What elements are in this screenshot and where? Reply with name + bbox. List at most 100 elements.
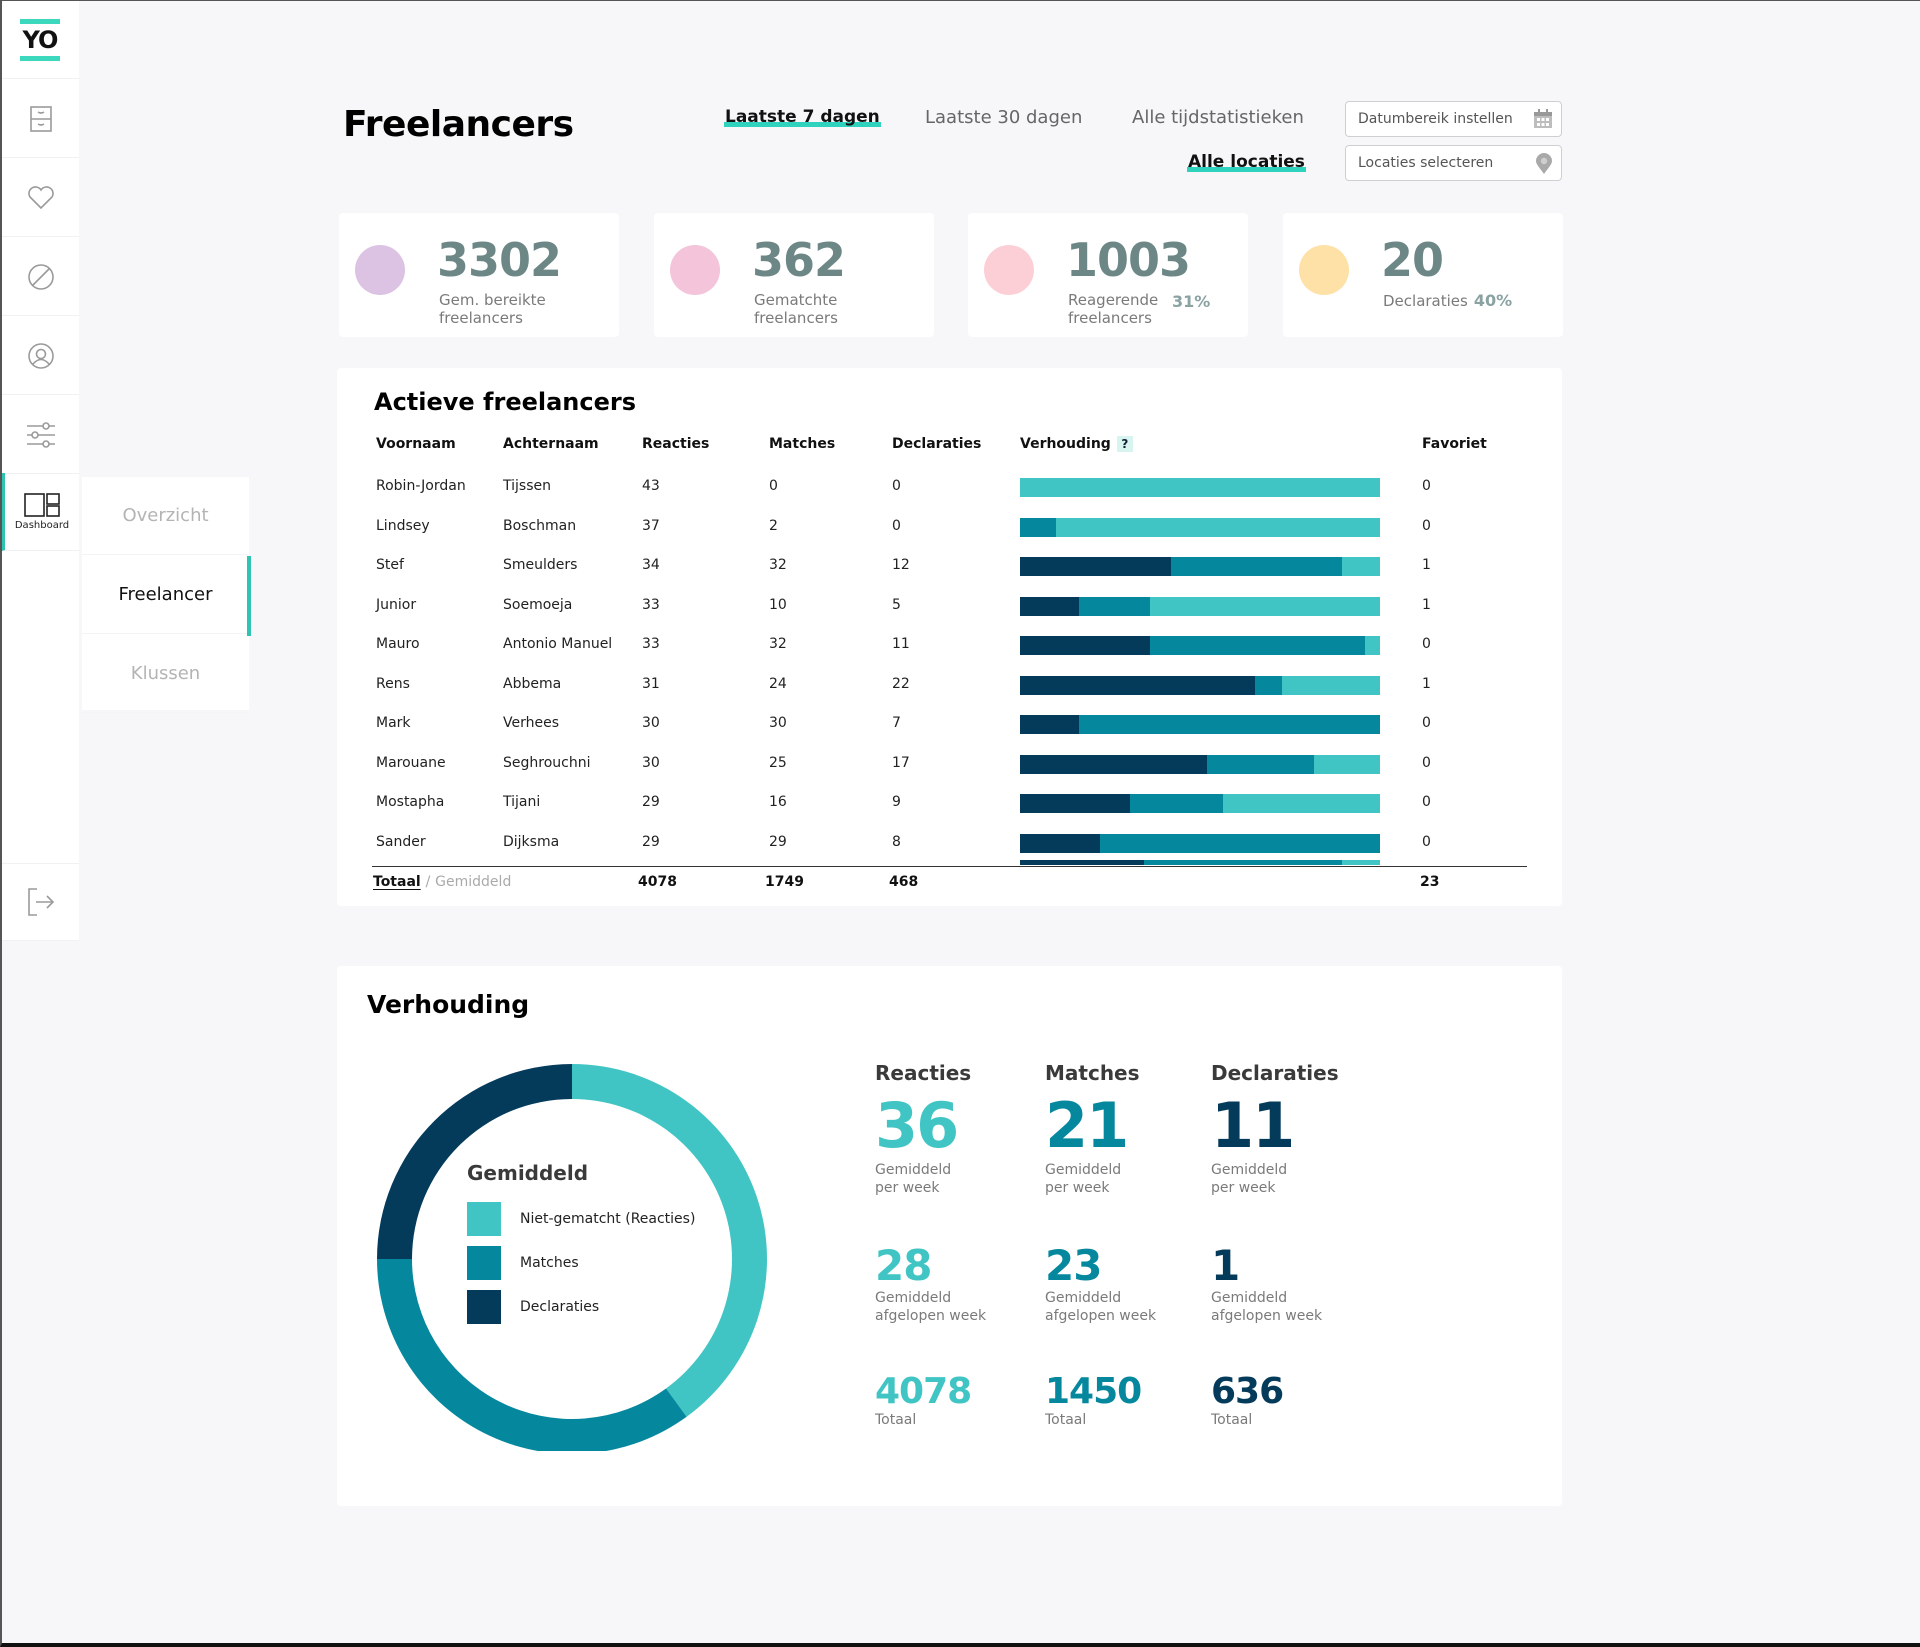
metric-last-week: 23 bbox=[1045, 1241, 1102, 1290]
ratio-segment-declaraties bbox=[1020, 754, 1208, 774]
ratio-segment-matches bbox=[1255, 675, 1283, 695]
cell-reacties: 37 bbox=[642, 517, 660, 534]
donut-chart-area: Gemiddeld Niet-gematcht (Reacties) Match… bbox=[337, 966, 837, 1451]
column-header-voornaam[interactable]: Voornaam bbox=[376, 436, 456, 452]
stat-card-declaraties: 20 Declaraties 40% bbox=[1283, 213, 1563, 337]
ratio-segment-matches bbox=[1144, 860, 1343, 865]
ratio-bar bbox=[1020, 517, 1380, 537]
column-header-declaraties[interactable]: Declaraties bbox=[892, 436, 981, 452]
sidebar-item-dashboard[interactable]: Dashboard bbox=[2, 473, 79, 551]
cabinet-icon bbox=[29, 105, 52, 132]
cell-last: Verhees bbox=[503, 715, 560, 731]
submenu-item-overzicht[interactable]: Overzicht bbox=[82, 477, 249, 555]
column-header-reacties[interactable]: Reacties bbox=[642, 436, 709, 452]
ratio-segment-matches bbox=[1020, 517, 1056, 537]
cell-favoriet: 0 bbox=[1422, 754, 1431, 771]
ratio-bar bbox=[1020, 715, 1380, 734]
cell-last: Seghrouchni bbox=[503, 754, 591, 771]
metric-per-week: 36 bbox=[875, 1089, 959, 1162]
ratio-segment-reacties bbox=[1365, 636, 1380, 655]
location-pin-icon[interactable] bbox=[1535, 153, 1553, 175]
tab-laatste-30-dagen[interactable]: Laatste 30 dagen bbox=[925, 107, 1082, 128]
tab-alle-locaties[interactable]: Alle locaties bbox=[1187, 152, 1306, 172]
ratio-segment-matches bbox=[1130, 794, 1224, 813]
cell-declaraties: 9 bbox=[892, 794, 901, 810]
ratio-segment-reacties bbox=[1056, 517, 1380, 537]
active-freelancers-card: Actieve freelancers Voornaam Achternaam … bbox=[337, 368, 1562, 906]
metric-reacties: Reacties 36 Gemiddeld per week 28 Gemidd… bbox=[875, 1061, 1045, 1429]
dashboard-icon bbox=[24, 492, 60, 517]
metric-last-week-label: Gemiddeld afgelopen week bbox=[875, 1290, 987, 1324]
total-toggle[interactable]: Totaal bbox=[373, 874, 421, 890]
stat-value: 1003 bbox=[1066, 233, 1191, 287]
ratio-segment-declaraties bbox=[1020, 794, 1131, 813]
logo-text: YO bbox=[22, 26, 59, 54]
ratio-segment-matches bbox=[1079, 596, 1151, 616]
metric-per-week-label: Gemiddeld per week bbox=[875, 1162, 952, 1196]
stat-label: Gematchte freelancers bbox=[754, 291, 838, 327]
ratio-bar bbox=[1020, 794, 1380, 813]
location-placeholder: Locaties selecteren bbox=[1358, 155, 1494, 171]
submenu-item-freelancer[interactable]: Freelancer bbox=[82, 556, 251, 636]
cell-declaraties: 11 bbox=[892, 636, 910, 652]
ratio-segment-reacties bbox=[1314, 754, 1380, 774]
metric-heading: Matches bbox=[1045, 1061, 1140, 1085]
logout-button[interactable] bbox=[2, 863, 79, 941]
total-matches: 1749 bbox=[765, 874, 804, 890]
submenu-item-klussen[interactable]: Klussen bbox=[82, 635, 249, 713]
cell-matches: 2 bbox=[769, 517, 778, 534]
metric-last-week: 1 bbox=[1211, 1241, 1240, 1290]
cell-first: Marouane bbox=[376, 754, 446, 771]
cell-first: Junior bbox=[376, 596, 417, 613]
total-favoriet: 23 bbox=[1420, 874, 1440, 890]
sidebar-item-favorites[interactable] bbox=[2, 159, 79, 237]
footer-label: Totaal / Gemiddeld bbox=[373, 874, 512, 890]
tab-alle-tijdstatistieken[interactable]: Alle tijdstatistieken bbox=[1132, 107, 1304, 128]
metric-per-week: 11 bbox=[1211, 1089, 1295, 1162]
metric-total-label: Totaal bbox=[1211, 1412, 1253, 1428]
legend-item-matches: Matches bbox=[467, 1241, 695, 1285]
cell-declaraties: 12 bbox=[892, 557, 910, 573]
stat-card-gematcht: 362 Gematchte freelancers bbox=[654, 213, 934, 337]
metric-matches: Matches 21 Gemiddeld per week 23 Gemidde… bbox=[1045, 1061, 1215, 1429]
calendar-icon[interactable] bbox=[1533, 109, 1553, 129]
stat-value: 3302 bbox=[437, 233, 562, 287]
ratio-segment-reacties bbox=[1223, 794, 1380, 813]
ratio-segment-declaraties bbox=[1020, 833, 1101, 853]
total-divider bbox=[372, 866, 1527, 867]
ratio-bar bbox=[1020, 557, 1380, 576]
cell-last: Antonio Manuel bbox=[503, 636, 613, 652]
sidebar-item-profile[interactable] bbox=[2, 317, 79, 395]
logout-icon bbox=[27, 888, 54, 916]
cell-first: Mauro bbox=[376, 636, 420, 652]
ratio-bar bbox=[1020, 596, 1380, 616]
column-header-verhouding[interactable]: Verhouding? bbox=[1020, 436, 1133, 452]
average-toggle[interactable]: Gemiddeld bbox=[435, 874, 511, 890]
date-range-placeholder: Datumbereik instellen bbox=[1358, 111, 1513, 127]
help-icon[interactable]: ? bbox=[1116, 436, 1133, 452]
cell-first: Sander bbox=[376, 833, 426, 850]
tab-laatste-7-dagen[interactable]: Laatste 7 dagen bbox=[724, 107, 881, 127]
sidebar-item-settings[interactable] bbox=[2, 396, 79, 474]
ratio-bar bbox=[1020, 754, 1380, 774]
stat-value: 20 bbox=[1381, 233, 1444, 287]
location-select-input[interactable]: Locaties selecteren bbox=[1345, 145, 1562, 181]
stat-dot bbox=[355, 245, 405, 295]
logo[interactable]: YO bbox=[2, 1, 79, 79]
metric-total: 636 bbox=[1211, 1371, 1284, 1412]
column-header-favoriet[interactable]: Favoriet bbox=[1422, 436, 1487, 452]
ratio-segment-declaraties bbox=[1020, 596, 1080, 616]
cell-reacties: 33 bbox=[642, 636, 660, 652]
stat-card-reagerend: 1003 Reagerende freelancers 31% bbox=[968, 213, 1248, 337]
sidebar-item-archive[interactable] bbox=[2, 80, 79, 158]
date-range-input[interactable]: Datumbereik instellen bbox=[1345, 101, 1562, 137]
column-header-achternaam[interactable]: Achternaam bbox=[503, 436, 599, 452]
block-icon bbox=[27, 263, 54, 290]
column-header-matches[interactable]: Matches bbox=[769, 436, 835, 452]
ratio-segment-declaraties bbox=[1020, 557, 1172, 576]
sidebar-item-blocked[interactable] bbox=[2, 238, 79, 316]
legend-title: Gemiddeld bbox=[467, 1161, 589, 1185]
metric-last-week: 28 bbox=[875, 1241, 932, 1290]
page-title: Freelancers bbox=[343, 104, 574, 145]
cell-favoriet: 1 bbox=[1422, 596, 1431, 613]
